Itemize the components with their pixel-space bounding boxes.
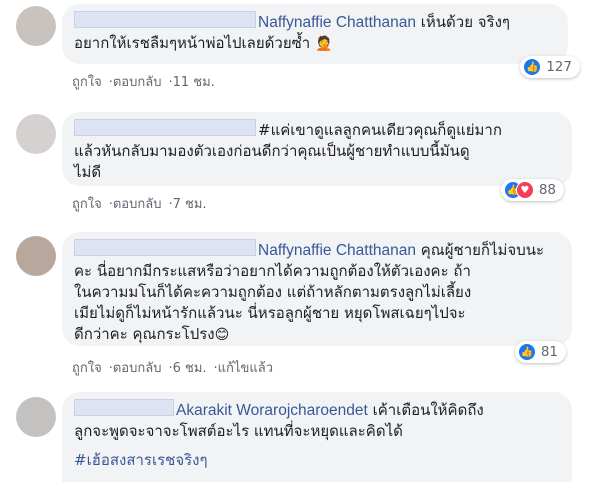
comment-bubble: Akarakit Worarojcharoendet เค้าเตือนให้ค… xyxy=(62,392,572,482)
like-icon: 👍 xyxy=(517,343,536,361)
comment-text: ดีกว่าคะ คุณกระโปรง xyxy=(74,325,215,343)
redacted-name-block xyxy=(74,239,256,256)
comment-bubble: #แค่เขาดูแลลูกคนเดียวคุณก็ดูแย่มาก แล้วห… xyxy=(62,112,572,186)
reaction-count: 127 xyxy=(546,59,572,75)
avatar[interactable] xyxy=(16,236,56,276)
redacted-name-block xyxy=(74,11,256,28)
comment-text: คะ นี่อยากมีกระแสหรือว่าอยากได้ความถูกต้… xyxy=(74,262,471,280)
comment-text: ไม่ดี xyxy=(74,163,102,181)
comment-text: #แค่เขาดูแลลูกคนเดียวคุณก็ดูแย่มาก xyxy=(258,121,502,139)
reply-link[interactable]: ตอบกลับ xyxy=(113,75,162,90)
comment-time[interactable]: 6 ชม. xyxy=(173,361,207,376)
comment-text: อยากให้เรชลืมๆหน้าพ่อไปเลยด้วยซ้ำ xyxy=(74,34,311,52)
like-link[interactable]: ถูกใจ xyxy=(72,361,102,376)
love-icon: ♥ xyxy=(515,181,534,199)
reply-link[interactable]: ตอบกลับ xyxy=(113,361,162,376)
comment-time[interactable]: 7 ชม. xyxy=(173,197,207,212)
comment-text: คุณผู้ชายก็ไม่จบนะ xyxy=(416,241,545,259)
hashtag-link[interactable]: #เฮ้อสงสารเรชจริงๆ xyxy=(74,451,208,469)
facepalm-emoji: 🤦 xyxy=(315,36,333,52)
like-link[interactable]: ถูกใจ xyxy=(72,75,102,90)
like-icon: 👍 xyxy=(523,58,542,76)
comment-actions: ถูกใจ ·ตอบกลับ ·7 ชม. xyxy=(72,197,207,212)
redacted-name-block xyxy=(74,119,256,136)
comment-text: เค้าเตือนให้คิดถึง xyxy=(367,401,484,419)
reaction-count: 81 xyxy=(540,344,558,360)
avatar[interactable] xyxy=(16,397,56,437)
like-link[interactable]: ถูกใจ xyxy=(72,197,102,212)
comment-time[interactable]: 11 ชม. xyxy=(173,75,215,90)
avatar[interactable] xyxy=(16,114,56,154)
comment-bubble: Naffynaffie Chatthanan เห็นด้วย จริงๆ อย… xyxy=(62,4,568,64)
reaction-badge[interactable]: 👍 ♥ 88 xyxy=(500,179,564,201)
reply-link[interactable]: ตอบกลับ xyxy=(113,197,162,212)
comment-bubble: Naffynaffie Chatthanan คุณผู้ชายก็ไม่จบน… xyxy=(62,232,572,346)
commenter-name[interactable]: Akarakit Worarojcharoendet xyxy=(176,402,368,419)
comment-text: เมียไม่ดูก็ไม่หน้ารักแล้วนะ นี่หรอลูกผู้… xyxy=(74,304,466,322)
smile-emoji: 😊 xyxy=(214,327,230,343)
commenter-name[interactable]: Naffynaffie Chatthanan xyxy=(258,14,416,31)
comment-text: ในความมโนก็ได้คะความถูกต้อง แต่ถ้าหลักตา… xyxy=(74,283,472,301)
comment-text: แล้วหันกลับมามองตัวเองก่อนดีกว่าคุณเป็นผ… xyxy=(74,142,470,160)
avatar[interactable] xyxy=(16,6,56,46)
comment-actions: ถูกใจ ·ตอบกลับ ·6 ชม. ·แก้ไขแล้ว xyxy=(72,361,273,376)
comment-text: ลูกจะพูดจะจาจะโพสต์อะไร แทนที่จะหยุดและค… xyxy=(74,422,403,440)
edited-label[interactable]: แก้ไขแล้ว xyxy=(218,361,273,376)
comment-actions: ถูกใจ ·ตอบกลับ ·11 ชม. xyxy=(72,75,215,90)
redacted-name-block xyxy=(74,399,174,416)
reaction-badge[interactable]: 👍 127 xyxy=(520,56,580,78)
comment-text: เห็นด้วย จริงๆ xyxy=(416,13,510,31)
reaction-badge[interactable]: 👍 81 xyxy=(514,341,566,363)
reaction-count: 88 xyxy=(538,182,556,198)
commenter-name[interactable]: Naffynaffie Chatthanan xyxy=(258,242,416,259)
